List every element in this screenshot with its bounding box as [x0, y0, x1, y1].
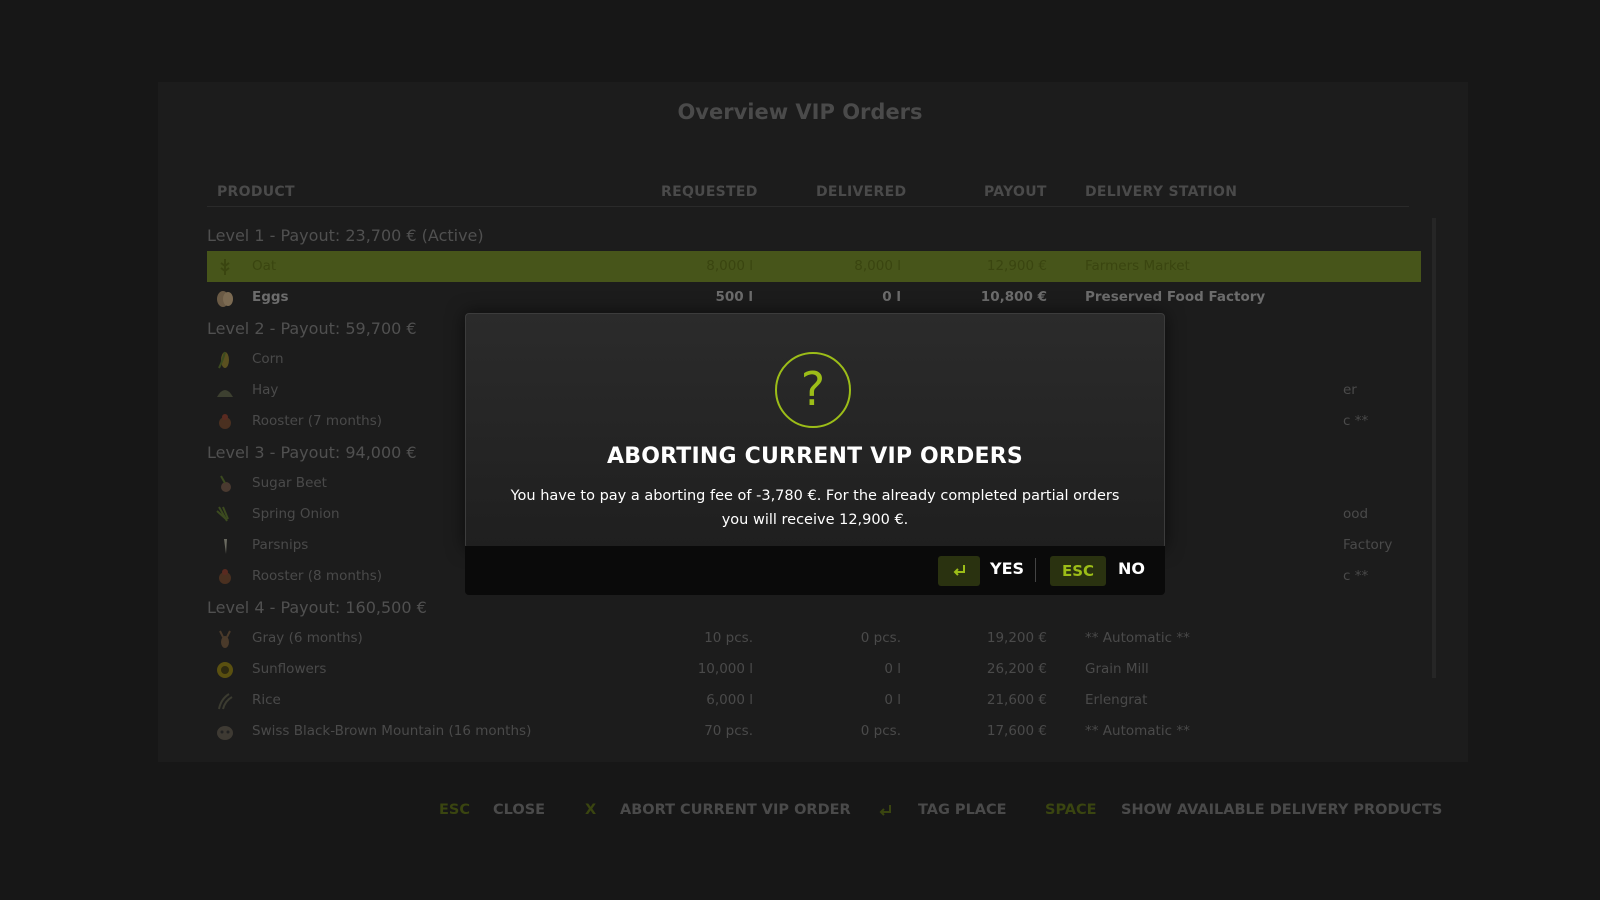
yes-button[interactable]: YES — [990, 559, 1024, 578]
level-heading: Level 4 - Payout: 160,500 € — [207, 598, 427, 617]
requested-value: 6,000 l — [706, 692, 753, 708]
table-header: PRODUCT REQUESTED DELIVERED PAYOUT DELIV… — [207, 182, 1409, 207]
button-divider — [1035, 558, 1036, 582]
requested-value: 500 l — [715, 289, 753, 305]
product-name: Sunflowers — [252, 661, 327, 677]
requested-value: 10 pcs. — [704, 630, 753, 646]
dialog-title: ABORTING CURRENT VIP ORDERS — [607, 444, 1023, 469]
payout-value: 19,200 € — [986, 630, 1047, 646]
requested-value: 8,000 l — [706, 258, 753, 274]
table-row[interactable]: Gray (6 months) 10 pcs. 0 pcs. 19,200 € … — [207, 623, 1421, 654]
table-row[interactable]: Swiss Black-Brown Mountain (16 months) 7… — [207, 716, 1421, 747]
column-delivered: DELIVERED — [816, 184, 907, 200]
delivery-station: ** Automatic ** — [1085, 630, 1190, 646]
spring-onion-icon — [216, 506, 229, 522]
product-name: Sugar Beet — [252, 475, 327, 491]
rice-icon — [218, 693, 233, 710]
hay-icon — [217, 390, 233, 397]
delivered-value: 8,000 l — [854, 258, 901, 274]
product-name: Parsnips — [252, 537, 309, 553]
column-payout: PAYOUT — [984, 184, 1047, 200]
payout-value: 17,600 € — [986, 723, 1047, 739]
enter-key-icon — [879, 805, 891, 816]
payout-value: 12,900 € — [986, 258, 1047, 274]
scrollbar[interactable] — [1432, 218, 1436, 678]
cow-icon — [217, 726, 233, 740]
enter-key-badge[interactable] — [938, 556, 980, 586]
table-row[interactable]: Eggs 500 l 0 l 10,800 € Preserved Food F… — [207, 282, 1421, 313]
delivered-value: 0 l — [884, 661, 901, 677]
sunflower-icon — [217, 662, 233, 678]
goat-icon — [219, 630, 231, 648]
delivery-station: Erlengrat — [1085, 692, 1148, 708]
table-row[interactable]: Rice 6,000 l 0 l 21,600 € Erlengrat — [207, 685, 1421, 716]
sugar-beet-icon — [220, 475, 231, 492]
product-name: Rooster (8 months) — [252, 568, 383, 584]
payout-value: 26,200 € — [986, 661, 1047, 677]
payout-value: 21,600 € — [986, 692, 1047, 708]
abort-vip-order-button[interactable]: ABORT CURRENT VIP ORDER — [620, 802, 851, 818]
space-key-hint: SPACE — [1045, 802, 1097, 818]
delivery-station: Farmers Market — [1085, 258, 1190, 274]
product-name: Spring Onion — [252, 506, 340, 522]
column-product: PRODUCT — [217, 184, 295, 200]
product-name: Hay — [252, 382, 279, 398]
corn-icon — [218, 351, 229, 369]
dialog-message: You have to pay a aborting fee of -3,780… — [510, 488, 1120, 528]
x-key-hint: X — [585, 802, 597, 818]
column-delivery-station: DELIVERY STATION — [1085, 184, 1238, 200]
product-name: Rice — [252, 692, 281, 708]
egg-icon — [217, 291, 233, 307]
abort-confirmation-dialog: ? ABORTING CURRENT VIP ORDERS You have t… — [465, 313, 1165, 549]
show-delivery-products-button[interactable]: SHOW AVAILABLE DELIVERY PRODUCTS — [1121, 802, 1442, 818]
close-button[interactable]: CLOSE — [493, 802, 545, 818]
product-name: Eggs — [252, 289, 289, 305]
page-title: Overview VIP Orders — [677, 100, 923, 124]
requested-value: 70 pcs. — [704, 723, 753, 739]
product-name: Swiss Black-Brown Mountain (16 months) — [252, 723, 532, 739]
column-requested: REQUESTED — [661, 184, 758, 200]
oat-icon — [220, 259, 230, 275]
product-name: Oat — [252, 258, 277, 274]
table-row[interactable]: Sunflowers 10,000 l 0 l 26,200 € Grain M… — [207, 654, 1421, 685]
no-button[interactable]: NO — [1118, 559, 1145, 578]
delivered-value: 0 l — [884, 692, 901, 708]
dialog-button-bar: YES ESC NO — [465, 546, 1165, 595]
delivery-station: c ** — [1343, 568, 1369, 584]
delivery-station: c ** — [1343, 413, 1369, 429]
table-row[interactable]: Oat 8,000 l 8,000 l 12,900 € Farmers Mar… — [207, 251, 1421, 282]
requested-value: 10,000 l — [697, 661, 753, 677]
rooster-icon — [219, 569, 231, 584]
esc-key-hint: ESC — [439, 802, 470, 818]
delivery-station: Preserved Food Factory — [1085, 289, 1266, 305]
parsnip-icon — [224, 539, 227, 554]
product-name: Gray (6 months) — [252, 630, 363, 646]
payout-value: 10,800 € — [980, 289, 1047, 305]
question-icon: ? — [775, 352, 851, 428]
delivered-value: 0 pcs. — [860, 630, 901, 646]
product-name: Corn — [252, 351, 284, 367]
delivered-value: 0 pcs. — [860, 723, 901, 739]
delivery-station: ** Automatic ** — [1085, 723, 1190, 739]
delivery-station: er — [1343, 382, 1357, 398]
delivered-value: 0 l — [882, 289, 901, 305]
delivery-station: Grain Mill — [1085, 661, 1149, 677]
level-heading: Level 1 - Payout: 23,700 € (Active) — [207, 226, 484, 245]
esc-key-badge[interactable]: ESC — [1050, 556, 1106, 586]
product-name: Rooster (7 months) — [252, 413, 383, 429]
tag-place-button[interactable]: TAG PLACE — [918, 802, 1007, 818]
enter-key-icon — [953, 565, 965, 576]
rooster-icon — [219, 414, 231, 429]
